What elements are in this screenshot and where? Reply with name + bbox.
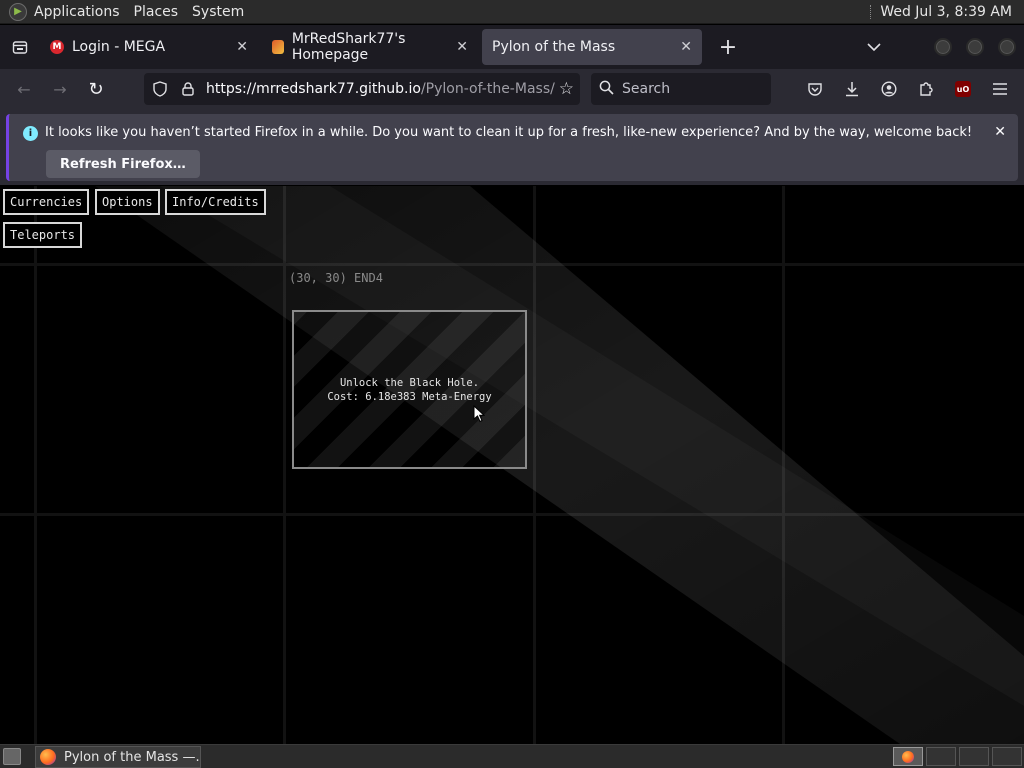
info-icon: i — [23, 126, 38, 141]
system-menu[interactable]: System — [192, 4, 244, 20]
firefox-view-icon — [12, 41, 28, 54]
chevron-down-icon — [867, 43, 881, 52]
firefox-icon — [902, 751, 914, 763]
list-all-tabs-button[interactable] — [862, 25, 886, 69]
mouse-cursor-icon — [473, 405, 485, 423]
options-button[interactable]: Options — [95, 189, 160, 215]
tab-pylon-of-the-mass[interactable]: Pylon of the Mass ✕ — [482, 29, 702, 65]
node-cost: Cost: 6.18e383 Meta-Energy — [327, 390, 492, 403]
game-canvas[interactable]: Currencies Options Info/Credits Teleport… — [0, 186, 1024, 744]
tab-title: MrRedShark77's Homepage — [291, 31, 406, 63]
taskbar-window-firefox[interactable]: Pylon of the Mass —... — [35, 746, 201, 768]
back-button[interactable]: ← — [6, 73, 42, 105]
shark-icon — [272, 40, 284, 54]
notification-bar: i It looks like you haven’t started Fire… — [0, 109, 1024, 185]
bookmark-star-icon[interactable]: ☆ — [559, 73, 574, 105]
firefox-view-button[interactable] — [0, 25, 40, 69]
arrow-right-icon: → — [53, 79, 67, 99]
workspace-2[interactable] — [926, 747, 956, 766]
ublock-origin-button[interactable]: uO — [945, 73, 981, 105]
reload-icon: ↻ — [88, 78, 104, 100]
tab-strip: M Login - MEGA ✕ MrRedShark77's Homepage… — [0, 25, 1024, 69]
applications-menu[interactable]: Applications — [34, 4, 120, 20]
tab-title: Pylon of the Mass — [492, 39, 616, 55]
downloads-button[interactable] — [834, 73, 870, 105]
close-window-button[interactable] — [998, 38, 1016, 56]
workspace-1[interactable] — [893, 747, 923, 766]
panel-separator — [870, 4, 872, 19]
tab-title: Login - MEGA — [72, 39, 166, 55]
taskbar-window-title: Pylon of the Mass —... — [64, 749, 201, 765]
lock-icon[interactable] — [176, 82, 200, 96]
info-credits-button[interactable]: Info/Credits — [165, 189, 266, 215]
grid-line — [34, 186, 37, 744]
account-button[interactable] — [871, 73, 907, 105]
search-icon — [599, 80, 614, 99]
nav-toolbar: ← → ↻ https://mrredshark77.github.io/Pyl… — [0, 69, 1024, 109]
taskbar: Pylon of the Mass —... — [0, 744, 1024, 768]
distro-logo-icon[interactable]: ▶ — [9, 2, 27, 21]
tab-mrredshark-homepage[interactable]: MrRedShark77's Homepage ✕ — [262, 29, 478, 65]
refresh-firefox-button[interactable]: Refresh Firefox… — [46, 150, 200, 178]
reload-button[interactable]: ↻ — [78, 73, 114, 105]
black-hole-unlock-node[interactable]: Unlock the Black Hole. Cost: 6.18e383 Me… — [292, 310, 527, 469]
close-tab-icon[interactable]: ✕ — [456, 39, 468, 55]
hamburger-menu-icon — [993, 83, 1007, 95]
maximize-button[interactable] — [966, 38, 984, 56]
node-description: Unlock the Black Hole. — [339, 376, 480, 389]
new-tab-button[interactable]: + — [710, 29, 746, 65]
notification-message: It looks like you haven’t started Firefo… — [45, 125, 973, 140]
shield-icon[interactable] — [148, 81, 172, 97]
url-text[interactable]: https://mrredshark77.github.io/Pylon-of-… — [206, 81, 555, 97]
close-tab-icon[interactable]: ✕ — [680, 39, 692, 55]
search-input[interactable]: Search — [591, 73, 771, 105]
clock[interactable]: Wed Jul 3, 8:39 AM — [880, 4, 1012, 20]
node-coordinate-label: (30, 30) END4 — [289, 271, 383, 285]
url-bar[interactable]: https://mrredshark77.github.io/Pylon-of-… — [144, 73, 580, 105]
firefox-icon — [40, 749, 56, 765]
minimize-button[interactable] — [934, 38, 952, 56]
top-panel: ▶ Applications Places System Wed Jul 3, … — [0, 0, 1024, 24]
grid-line — [782, 186, 785, 744]
grid-line — [0, 513, 1024, 516]
workspace-4[interactable] — [992, 747, 1022, 766]
tab-login-mega[interactable]: M Login - MEGA ✕ — [40, 29, 258, 65]
account-icon — [881, 81, 897, 97]
ublock-icon: uO — [955, 81, 971, 97]
arrow-left-icon: ← — [17, 79, 31, 99]
pocket-icon — [808, 82, 822, 96]
grid-line — [283, 186, 286, 744]
places-menu[interactable]: Places — [134, 4, 179, 20]
close-icon[interactable]: ✕ — [994, 124, 1006, 140]
extensions-button[interactable] — [908, 73, 944, 105]
show-desktop-icon[interactable] — [3, 748, 21, 765]
app-menu-button[interactable] — [982, 73, 1018, 105]
currencies-button[interactable]: Currencies — [3, 189, 90, 215]
search-placeholder: Search — [622, 81, 671, 97]
download-icon — [846, 82, 858, 97]
grid-line — [533, 186, 536, 744]
plus-icon: + — [718, 34, 738, 60]
teleports-button[interactable]: Teleports — [3, 222, 83, 248]
url-host: https://mrredshark77.github.io — [206, 81, 421, 97]
forward-button[interactable]: → — [42, 73, 78, 105]
mega-icon: M — [50, 40, 64, 54]
workspace-3[interactable] — [959, 747, 989, 766]
grid-line — [0, 263, 1024, 266]
puzzle-icon — [920, 82, 933, 96]
pocket-button[interactable] — [797, 73, 833, 105]
url-path: /Pylon-of-the-Mass/ — [420, 81, 555, 97]
close-tab-icon[interactable]: ✕ — [236, 39, 248, 55]
